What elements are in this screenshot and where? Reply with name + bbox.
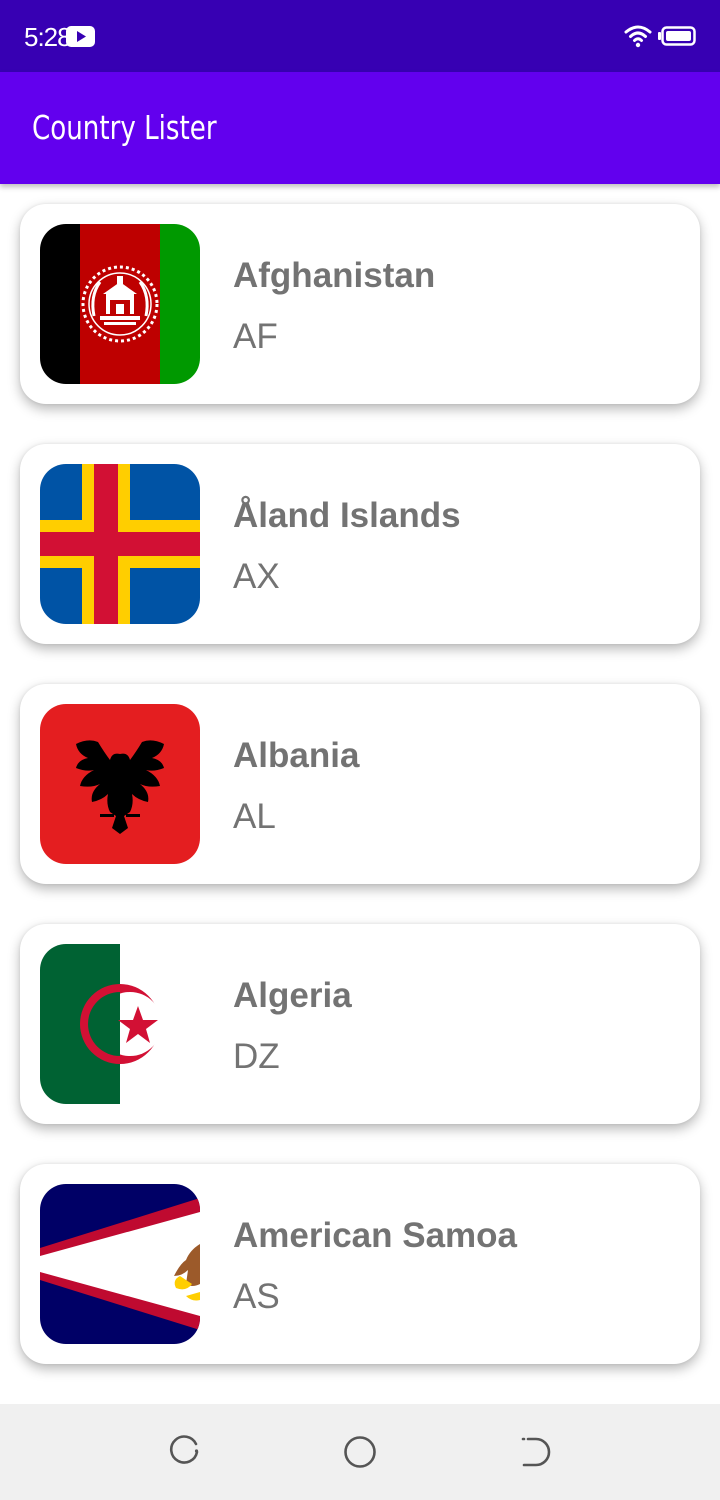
country-code: AS [233,1277,280,1316]
status-bar: 5:28 [0,0,720,72]
app-title: Country Lister [32,108,217,147]
albania-flag-icon [40,704,200,864]
status-time: 5:28 [24,22,72,52]
country-card-albania[interactable]: Albania AL [20,684,700,884]
country-name: American Samoa [233,1216,518,1255]
back-icon[interactable] [519,1435,553,1469]
country-code: AL [233,797,276,836]
country-code: AX [233,557,280,596]
country-list[interactable]: Afghanistan AF Åland Islands AX Albania … [0,184,720,1404]
wifi-icon [624,25,652,48]
country-card-american-samoa[interactable]: American Samoa AS [20,1164,700,1364]
country-name: Åland Islands [233,496,461,535]
country-card-afghanistan[interactable]: Afghanistan AF [20,204,700,404]
country-name: Albania [233,736,360,775]
american-samoa-flag-icon [40,1184,200,1344]
country-code: DZ [233,1037,280,1076]
app-bar: Country Lister [0,72,720,184]
home-icon[interactable] [343,1435,377,1469]
country-card-algeria[interactable]: Algeria DZ [20,924,700,1124]
aland-islands-flag-icon [40,464,200,624]
algeria-flag-icon [40,944,200,1104]
country-card-aland-islands[interactable]: Åland Islands AX [20,444,700,644]
afghanistan-flag-icon [40,224,200,384]
country-name: Algeria [233,976,352,1015]
recent-apps-icon[interactable] [167,1435,201,1469]
country-name: Afghanistan [233,256,436,295]
youtube-icon [66,26,95,47]
country-code: AF [233,317,278,356]
battery-icon [658,26,696,46]
navigation-bar [0,1404,720,1500]
